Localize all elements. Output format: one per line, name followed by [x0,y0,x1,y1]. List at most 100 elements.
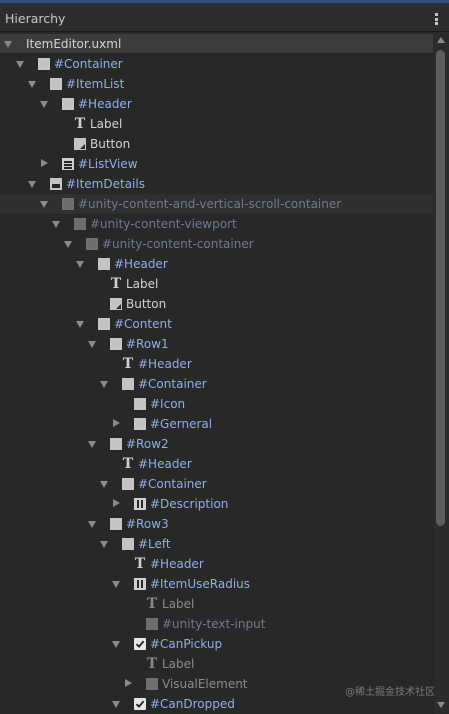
visual-element-icon [98,258,110,270]
visual-element-icon [86,238,98,250]
tree-row[interactable]: #Header [0,254,433,274]
visual-element-icon [62,198,74,210]
tree-row[interactable]: #ItemUseRadius [0,574,433,594]
tree-row[interactable]: #Container [0,374,433,394]
expand-arrow-down-icon[interactable] [40,101,48,108]
tree-row[interactable]: #ItemDetails [0,174,433,194]
text-field-icon [134,498,146,510]
expand-arrow-down-icon[interactable] [76,261,84,268]
visual-element-icon [122,538,134,550]
kebab-menu-icon[interactable] [435,13,439,25]
visual-element-icon [134,418,146,430]
visual-element-icon [50,78,62,90]
expand-arrow-down-icon[interactable] [76,321,84,328]
expand-arrow-down-icon[interactable] [112,641,120,648]
visual-element-icon [122,478,134,490]
scroll-up-arrow-icon[interactable] [437,37,445,43]
tree-row[interactable]: T #Header [0,354,433,374]
expand-arrow-down-icon[interactable] [4,41,12,48]
tree-row[interactable]: #Row3 [0,514,433,534]
expand-arrow-right-icon[interactable] [125,679,132,687]
visual-element-icon [146,678,158,690]
tree-item-label: #Header [138,357,192,371]
tree-row[interactable]: #ItemList [0,74,433,94]
expand-arrow-down-icon[interactable] [64,241,72,248]
tree-item-label: #Header [150,557,204,571]
expand-arrow-down-icon[interactable] [88,441,96,448]
tree-item-label: #Row3 [126,517,169,531]
visual-element-icon [122,378,134,390]
expand-arrow-down-icon[interactable] [28,181,36,188]
tree-row[interactable]: #Content [0,314,433,334]
button-icon [110,298,122,310]
tree-item-label: VisualElement [162,677,248,691]
tree-row[interactable]: #Left [0,534,433,554]
tree-row[interactable]: #Row1 [0,334,433,354]
tree-row[interactable]: #unity-text-input [0,614,433,634]
tree-item-label: #unity-content-and-vertical-scroll-conta… [78,197,342,211]
tree-row[interactable]: T Label [0,654,433,674]
tree-item-label: #Content [114,317,172,331]
expand-arrow-right-icon[interactable] [113,499,120,507]
toggle-checkbox-icon [134,698,146,710]
expand-arrow-right-icon[interactable] [113,419,120,427]
label-text-icon: T [146,596,158,612]
tree-row[interactable]: ItemEditor.uxml [0,34,433,53]
visual-element-icon [98,318,110,330]
tree-row[interactable]: #Container [0,474,433,494]
tree-row[interactable]: #Container [0,54,433,74]
tree-item-label: #Row2 [126,437,169,451]
tree-item-label: Label [126,277,159,291]
panel-title: Hierarchy [5,11,66,26]
tree-item-label: Label [162,657,195,671]
expand-arrow-down-icon[interactable] [28,81,36,88]
tree-item-label: #Container [54,57,123,71]
visual-element-icon [38,58,50,70]
tree-item-label: #ItemList [66,77,125,91]
tree-row[interactable]: T #Header [0,554,433,574]
visual-element-icon [110,518,122,530]
expand-arrow-down-icon[interactable] [100,541,108,548]
tree-row[interactable]: Button [0,134,433,154]
expand-arrow-down-icon[interactable] [100,481,108,488]
tree-row[interactable]: T Label [0,594,433,614]
tree-item-label: #Icon [150,397,186,411]
expand-arrow-down-icon[interactable] [52,221,60,228]
expand-arrow-down-icon[interactable] [88,521,96,528]
tree-item-label: #ItemUseRadius [150,577,251,591]
visual-element-icon [110,438,122,450]
tree-row[interactable]: T #Header [0,454,433,474]
toggle-checkbox-icon [134,638,146,650]
tree-row[interactable]: #CanPickup [0,634,433,654]
label-text-icon: T [146,656,158,672]
tree-row[interactable]: #unity-content-container [0,234,433,254]
tree-row[interactable]: #Row2 [0,434,433,454]
tree-item-label: #CanDropped [150,697,235,711]
tree-item-label: #Row1 [126,337,169,351]
tree-item-label: Button [90,137,131,151]
tree-item-label: #unity-content-container [102,237,254,251]
scroll-view-icon [50,178,62,190]
tree-row[interactable]: #unity-content-and-vertical-scroll-conta… [0,194,433,214]
tree-row[interactable]: #ListView [0,154,433,174]
tree-row[interactable]: #unity-content-viewport [0,214,433,234]
expand-arrow-down-icon[interactable] [16,61,24,68]
vertical-scrollbar[interactable] [434,32,449,714]
expand-arrow-down-icon[interactable] [100,381,108,388]
tree-row[interactable]: T Label [0,274,433,294]
tree-row[interactable]: #Icon [0,394,433,414]
tree-row[interactable]: Button [0,294,433,314]
expand-arrow-down-icon[interactable] [40,201,48,208]
expand-arrow-down-icon[interactable] [112,581,120,588]
tree-row[interactable]: #Gerneral [0,414,433,434]
expand-arrow-right-icon[interactable] [41,159,48,167]
tree-item-label: #ListView [78,157,138,171]
expand-arrow-down-icon[interactable] [112,701,120,708]
scroll-down-arrow-icon[interactable] [437,702,445,708]
tree-row[interactable]: T Label [0,114,433,134]
tree-row[interactable]: #Header [0,94,433,114]
tree-row[interactable]: #Description [0,494,433,514]
tree-item-label: #Gerneral [150,417,213,431]
expand-arrow-down-icon[interactable] [88,341,96,348]
scrollbar-thumb[interactable] [436,50,445,526]
